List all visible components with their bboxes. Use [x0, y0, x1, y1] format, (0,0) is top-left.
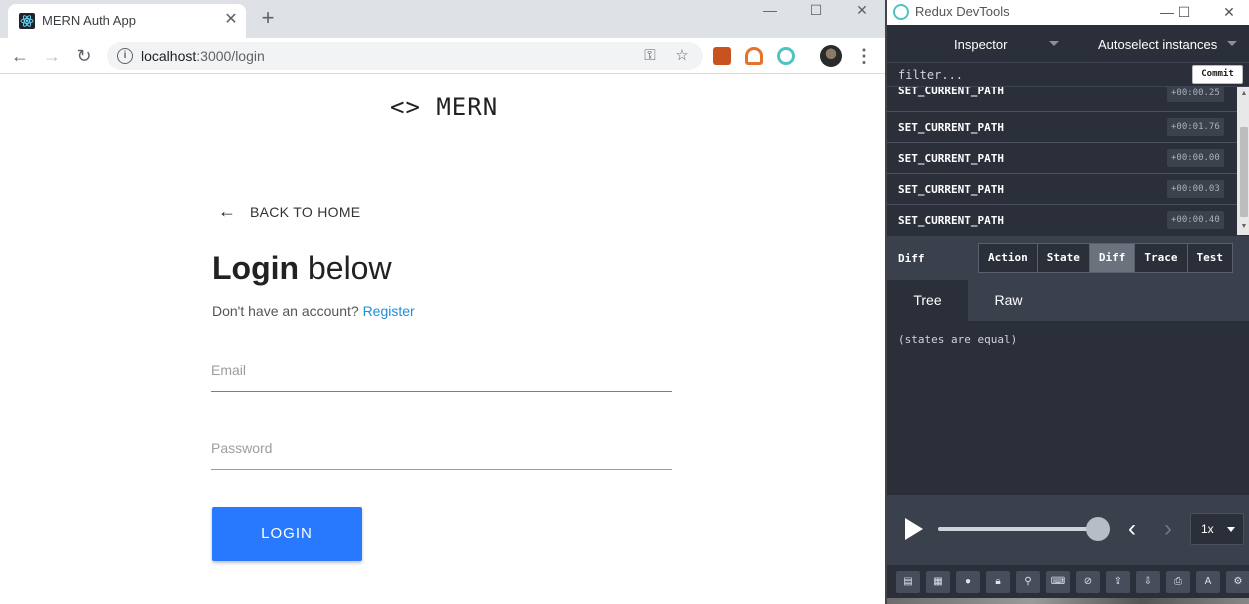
star-icon[interactable]: ☆ — [673, 47, 691, 65]
keyboard-icon[interactable]: ⌨ — [1046, 571, 1070, 593]
play-icon[interactable] — [905, 518, 923, 540]
back-icon[interactable]: ← — [8, 44, 32, 68]
email-field[interactable]: Email — [211, 352, 672, 392]
info-icon[interactable]: i — [117, 48, 133, 64]
maximize-icon[interactable]: ☐ — [793, 0, 839, 20]
pin-icon[interactable]: ⚲ — [1016, 571, 1040, 593]
devtools-window-title: Redux DevTools — [915, 4, 1010, 19]
browser-window: MERN Auth App ✕ + — ☐ ✕ ← → ↻ i localhos… — [0, 0, 885, 604]
scroll-thumb[interactable] — [1240, 127, 1248, 217]
minimize-icon[interactable]: — — [747, 0, 793, 20]
view-subtabs: Tree Raw — [887, 280, 1249, 321]
tab-state[interactable]: State — [1037, 244, 1090, 272]
page-title: Login below — [212, 250, 392, 286]
slider-monitor: ‹ › 1x — [887, 495, 1249, 565]
scroll-up-icon[interactable]: ▲ — [1240, 90, 1248, 97]
tab-strip: MERN Auth App ✕ + — ☐ ✕ — [0, 0, 885, 38]
devtools-header: Inspector Autoselect instances — [887, 25, 1249, 63]
timeline-slider[interactable] — [938, 527, 1098, 531]
close-icon[interactable]: ✕ — [839, 0, 885, 20]
back-to-home-link[interactable]: BACK TO HOME — [250, 204, 360, 220]
monitor-select[interactable]: Inspector — [954, 37, 1007, 52]
filter-input[interactable]: filter... — [898, 68, 963, 82]
password-label: Password — [211, 440, 273, 456]
redux-devtools-window: Redux DevTools — ☐ ✕ Inspector Autoselec… — [885, 0, 1249, 604]
timeline-progress — [938, 527, 1098, 531]
tab-test[interactable]: Test — [1187, 244, 1232, 272]
redux-devtools-icon — [893, 4, 909, 20]
step-forward-icon[interactable]: › — [1164, 515, 1172, 543]
record-icon[interactable]: ● — [956, 571, 980, 593]
login-page: <> MERN ← BACK TO HOME Login below Don't… — [0, 75, 885, 604]
remote-icon[interactable]: A — [1196, 571, 1220, 593]
action-list: SET_CURRENT_PATH +00:00.25 SET_CURRENT_P… — [887, 87, 1237, 235]
subtab-tree[interactable]: Tree — [887, 280, 968, 321]
password-field[interactable]: Password — [211, 430, 672, 470]
devtools-close-icon[interactable]: ✕ — [1214, 2, 1244, 22]
commit-button[interactable]: Commit — [1192, 65, 1243, 84]
email-label: Email — [211, 362, 247, 378]
url-text: localhost:3000/login — [141, 48, 265, 64]
instance-select[interactable]: Autoselect instances — [1098, 37, 1217, 52]
login-button[interactable]: LOGIN — [212, 507, 362, 561]
browser-toolbar: ← → ↻ i localhost:3000/login ⚿ ☆ ⋮ — [0, 38, 885, 74]
key-icon[interactable]: ⚿ — [641, 47, 659, 65]
tab-trace[interactable]: Trace — [1135, 244, 1188, 272]
devtools-titlebar: Redux DevTools — ☐ ✕ — [887, 0, 1249, 25]
action-row[interactable]: SET_CURRENT_PATH +00:01.76 — [887, 112, 1237, 143]
devtools-maximize-box-icon[interactable]: ☐ — [1169, 2, 1199, 22]
diff-message: (states are equal) — [898, 333, 1018, 346]
brand-logo[interactable]: <> MERN — [390, 93, 498, 121]
redux-devtools-extension-icon[interactable] — [777, 47, 795, 65]
reload-icon[interactable]: ↻ — [72, 44, 96, 68]
action-row[interactable]: SET_CURRENT_PATH +00:00.25 — [887, 87, 1237, 112]
extension-figure-icon[interactable] — [745, 47, 763, 65]
address-bar[interactable]: i localhost:3000/login ⚿ ☆ — [107, 42, 703, 70]
react-favicon-icon — [19, 13, 35, 29]
lock-icon[interactable]: 🔒︎ — [986, 571, 1010, 593]
dock-right-icon[interactable]: ▦ — [926, 571, 950, 593]
extension-game-icon[interactable] — [713, 47, 731, 65]
profile-avatar[interactable] — [820, 45, 842, 67]
speed-caret-icon — [1227, 527, 1235, 532]
monitor-caret-icon[interactable] — [1049, 41, 1059, 46]
import-icon[interactable]: ⇪ — [1106, 571, 1130, 593]
browser-tab[interactable]: MERN Auth App ✕ — [8, 4, 246, 38]
settings-icon[interactable]: ⚙ — [1226, 571, 1249, 593]
action-list-scrollbar[interactable]: ▲ ▼ — [1237, 87, 1249, 235]
tab-title: MERN Auth App — [42, 13, 136, 28]
desktop-strip — [887, 598, 1249, 604]
tab-diff[interactable]: Diff — [1089, 244, 1136, 272]
action-row[interactable]: SET_CURRENT_PATH +00:00.00 — [887, 143, 1237, 174]
action-row[interactable]: SET_CURRENT_PATH +00:00.40 — [887, 205, 1237, 235]
export-icon[interactable]: ⇩ — [1136, 571, 1160, 593]
monitor-tab-bar: Diff Action State Diff Trace Test — [887, 236, 1249, 280]
instance-caret-icon[interactable] — [1227, 41, 1237, 46]
filter-row: filter... Commit — [887, 63, 1249, 87]
monitor-tabs: Action State Diff Trace Test — [978, 243, 1233, 273]
register-link[interactable]: Register — [363, 303, 415, 319]
action-row[interactable]: SET_CURRENT_PATH +00:00.03 — [887, 174, 1237, 205]
timeline-knob[interactable] — [1086, 517, 1110, 541]
forward-icon[interactable]: → — [40, 44, 64, 68]
print-icon[interactable]: ⎙ — [1166, 571, 1190, 593]
scroll-down-icon[interactable]: ▼ — [1240, 223, 1248, 230]
register-prompt: Don't have an account? Register — [212, 303, 415, 319]
arrow-back-icon[interactable]: ← — [218, 201, 236, 222]
speed-select[interactable]: 1x — [1190, 513, 1244, 545]
persist-icon[interactable]: ⊘ — [1076, 571, 1100, 593]
tab-close-icon[interactable]: ✕ — [222, 11, 240, 29]
tab-action[interactable]: Action — [979, 244, 1038, 272]
new-tab-icon[interactable]: + — [258, 7, 278, 29]
step-back-icon[interactable]: ‹ — [1128, 515, 1136, 543]
speed-value: 1x — [1201, 522, 1214, 536]
panel-label: Diff — [898, 252, 925, 265]
chrome-menu-icon[interactable]: ⋮ — [854, 45, 874, 67]
dock-left-icon[interactable]: ▤ — [896, 571, 920, 593]
subtab-raw[interactable]: Raw — [968, 280, 1049, 321]
